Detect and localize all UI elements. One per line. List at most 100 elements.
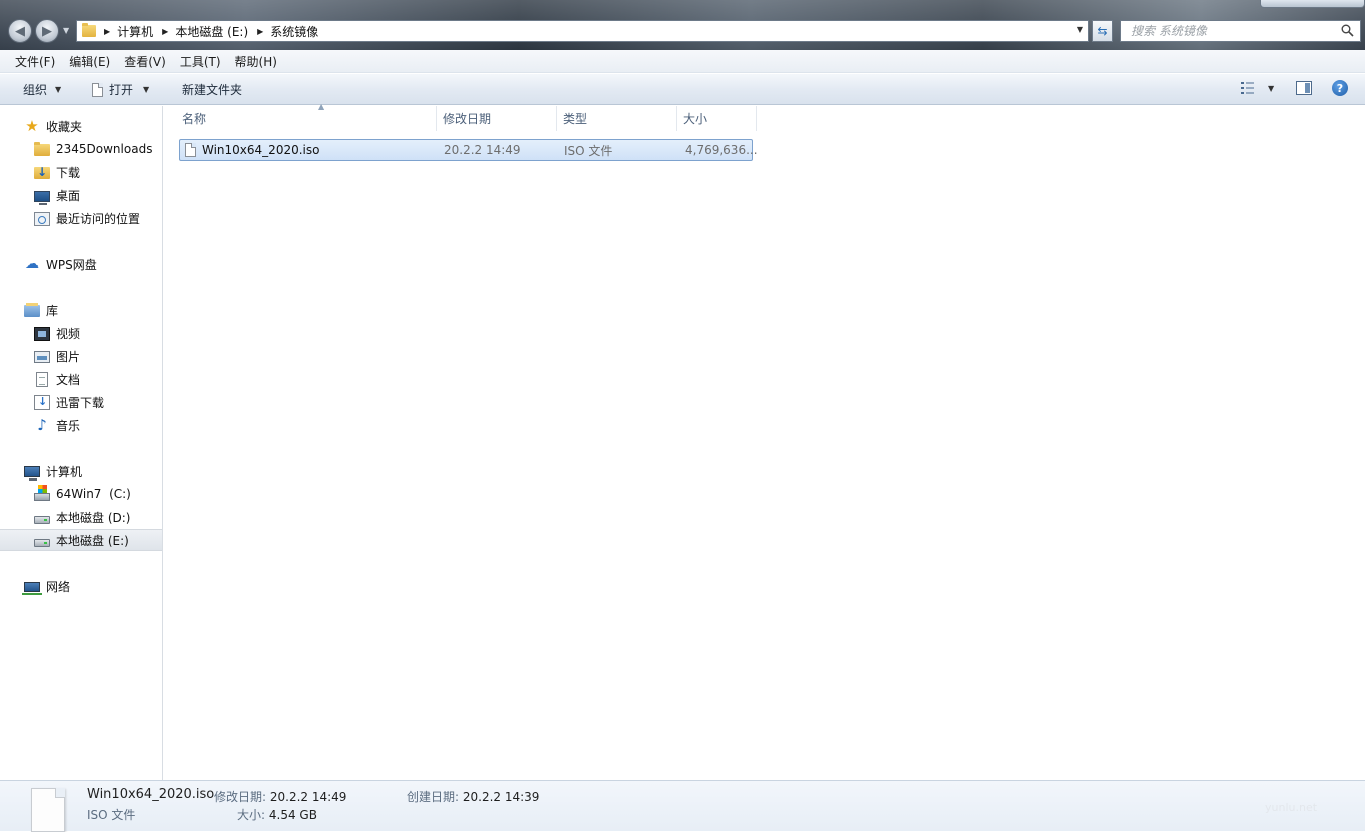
- file-date-cell: 20.2.2 14:49: [444, 143, 521, 157]
- new-folder-button[interactable]: 新建文件夹: [182, 81, 242, 98]
- nav-item-drive-e[interactable]: 本地磁盘 (E:): [0, 529, 162, 551]
- arrow-right-icon: ▶: [42, 23, 52, 39]
- change-view-button[interactable]: ▼: [1240, 81, 1274, 95]
- details-pane: Win10x64_2020.iso ISO 文件 修改日期: 20.2.2 14…: [0, 780, 1365, 832]
- menu-help[interactable]: 帮助(H): [228, 53, 284, 70]
- file-icon: [92, 82, 103, 97]
- address-history-dropdown-icon[interactable]: ▼: [1077, 25, 1083, 34]
- network-icon: [22, 582, 42, 595]
- details-size-value: 4.54 GB: [268, 808, 317, 822]
- nav-item-label: 视频: [56, 326, 81, 341]
- nav-network-label: 网络: [46, 579, 71, 594]
- new-folder-label: 新建文件夹: [182, 83, 243, 97]
- nav-item-label: 迅雷下载: [56, 395, 105, 410]
- nav-network[interactable]: 网络: [0, 575, 186, 597]
- open-button[interactable]: 打开 ▼: [92, 81, 149, 98]
- file-size-cell: 4,769,636...: [685, 143, 758, 157]
- organize-label: 组织: [23, 83, 48, 97]
- search-icon[interactable]: [1341, 24, 1354, 37]
- recent-places-icon: [34, 211, 50, 226]
- watermark: yunlu.net: [1265, 801, 1318, 814]
- recent-pages-dropdown[interactable]: ▼: [63, 26, 71, 36]
- breadcrumb-separator-icon[interactable]: ▶: [162, 27, 168, 36]
- folder-icon: [34, 142, 50, 156]
- search-input[interactable]: [1129, 23, 1343, 39]
- breadcrumb-separator-icon[interactable]: ▶: [257, 27, 263, 36]
- nav-wps-cloud[interactable]: ☁ WPS网盘: [0, 253, 186, 275]
- details-file-type: ISO 文件: [87, 808, 136, 822]
- details-size: 大小: 4.54 GB: [237, 806, 317, 823]
- nav-wps-label: WPS网盘: [46, 257, 97, 272]
- breadcrumb-drive-e[interactable]: 本地磁盘 (E:): [175, 23, 248, 40]
- file-icon: [185, 143, 196, 157]
- folder-icon: [82, 23, 96, 37]
- breadcrumb-system-image[interactable]: 系统镜像: [270, 23, 318, 40]
- menu-tools[interactable]: 工具(T): [173, 53, 228, 70]
- nav-libraries[interactable]: 库: [0, 299, 186, 321]
- column-header-date[interactable]: 修改日期: [437, 106, 557, 131]
- refresh-icon: ⇆: [1097, 24, 1108, 38]
- back-button[interactable]: ◀: [8, 19, 32, 43]
- document-icon: [36, 371, 48, 387]
- file-row[interactable]: Win10x64_2020.iso 20.2.2 14:49 ISO 文件 4,…: [179, 139, 758, 161]
- menu-edit[interactable]: 编辑(E): [62, 53, 117, 70]
- file-type-cell: ISO 文件: [564, 143, 613, 158]
- breadcrumb-computer[interactable]: 计算机: [117, 23, 153, 40]
- column-header-label: 名称: [182, 112, 207, 126]
- system-drive-icon: [34, 485, 50, 501]
- help-icon: ?: [1336, 81, 1344, 95]
- column-header-row: ▲ 名称 修改日期 类型 大小: [180, 102, 757, 131]
- nav-item-label: 64Win7 (C:): [56, 487, 131, 501]
- column-header-size[interactable]: 大小: [677, 106, 757, 131]
- details-created-label: 创建日期:: [407, 790, 460, 804]
- nav-item-label: 下载: [56, 165, 81, 180]
- nav-favorites[interactable]: ★ 收藏夹: [0, 115, 186, 137]
- drive-icon: [34, 538, 50, 547]
- details-created-value: 20.2.2 14:39: [462, 790, 540, 804]
- breadcrumb-separator-icon[interactable]: ▶: [104, 27, 110, 36]
- menu-bar: 文件(F) 编辑(E) 查看(V) 工具(T) 帮助(H): [0, 50, 1365, 73]
- nav-libraries-label: 库: [46, 303, 59, 318]
- refresh-button[interactable]: ⇆: [1092, 20, 1113, 42]
- navigation-pane[interactable]: ★ 收藏夹 2345Downloads 下载 桌面 最近访问的位置 ☁ WPS网…: [0, 106, 163, 780]
- nav-item-label: 桌面: [56, 188, 81, 203]
- preview-pane-button[interactable]: [1296, 81, 1312, 95]
- video-icon: [34, 326, 50, 341]
- nav-item-label: 音乐: [56, 418, 81, 433]
- file-name-cell[interactable]: Win10x64_2020.iso: [180, 143, 437, 157]
- chevron-down-icon[interactable]: ▼: [1268, 84, 1274, 93]
- file-thumbnail-icon: [31, 788, 65, 832]
- nav-favorites-label: 收藏夹: [46, 119, 83, 134]
- star-icon: ★: [25, 117, 39, 135]
- command-bar: 组织 ▼ 打开 ▼ 新建文件夹: [0, 74, 1365, 105]
- column-header-label: 大小: [683, 112, 708, 126]
- organize-button[interactable]: 组织 ▼: [23, 81, 61, 98]
- search-box[interactable]: [1120, 20, 1361, 42]
- details-modified: 修改日期: 20.2.2 14:49: [214, 788, 346, 805]
- details-modified-label: 修改日期:: [214, 790, 267, 804]
- open-label: 打开: [109, 83, 134, 97]
- chevron-down-icon: ▼: [55, 85, 62, 94]
- drive-icon: [34, 515, 50, 524]
- title-bar: ◀ ▶ ▼ ▶ 计算机 ▶ 本地磁盘 (E:) ▶ 系统镜像 ▼ ⇆: [0, 0, 1365, 50]
- nav-item-label: 文档: [56, 372, 81, 387]
- address-bar[interactable]: ▶ 计算机 ▶ 本地磁盘 (E:) ▶ 系统镜像 ▼: [76, 20, 1089, 42]
- column-header-name[interactable]: ▲ 名称: [180, 102, 437, 131]
- forward-button[interactable]: ▶: [35, 19, 59, 43]
- menu-view[interactable]: 查看(V): [117, 53, 173, 70]
- desktop-icon: [34, 190, 50, 205]
- details-file-name: Win10x64_2020.iso: [87, 787, 215, 802]
- column-header-type[interactable]: 类型: [557, 106, 677, 131]
- cloud-icon: ☁: [25, 256, 39, 272]
- library-icon: [24, 303, 40, 317]
- file-list-area[interactable]: ▲ 名称 修改日期 类型 大小 Win10x64_2020.iso 20.2.2…: [163, 102, 1365, 780]
- nav-item-label: 本地磁盘 (E:): [56, 533, 129, 548]
- menu-file[interactable]: 文件(F): [8, 53, 62, 70]
- chevron-down-icon: ▼: [143, 85, 150, 94]
- nav-computer[interactable]: 计算机: [0, 460, 186, 482]
- nav-computer-label: 计算机: [46, 464, 83, 479]
- column-header-label: 类型: [563, 112, 588, 126]
- window-controls[interactable]: [1260, 0, 1365, 8]
- details-modified-value: 20.2.2 14:49: [269, 790, 347, 804]
- help-button[interactable]: ?: [1332, 80, 1348, 96]
